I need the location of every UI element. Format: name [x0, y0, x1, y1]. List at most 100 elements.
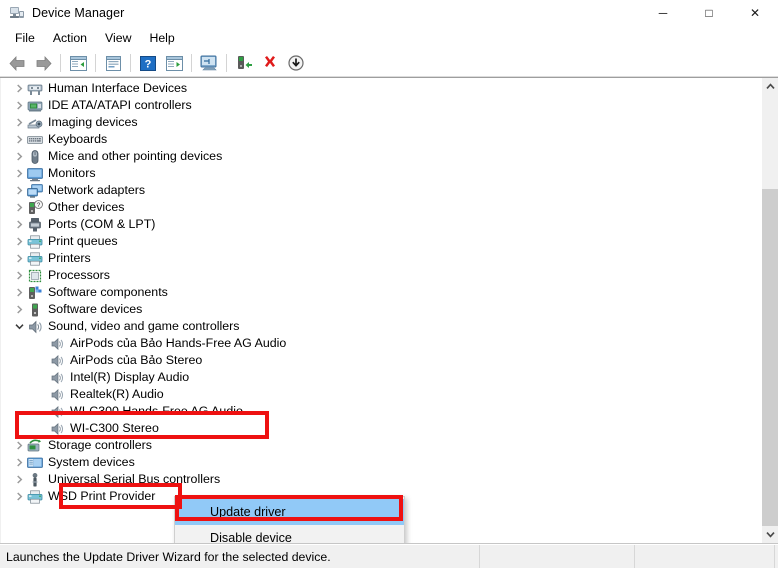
- menu-action[interactable]: Action: [44, 29, 96, 47]
- expander-collapsed[interactable]: [11, 250, 27, 267]
- tree-item[interactable]: WI-C300 Hands-Free AG Audio: [1, 403, 761, 420]
- scroll-thumb[interactable]: [762, 189, 778, 526]
- tree-item[interactable]: WI-C300 Stereo: [1, 420, 761, 437]
- tree-item[interactable]: Storage controllers: [1, 437, 761, 454]
- hid-icon: [27, 81, 43, 97]
- speaker-icon: [49, 421, 65, 437]
- expander-collapsed[interactable]: [11, 165, 27, 182]
- chevron-right-icon: [16, 458, 22, 467]
- expander-collapsed[interactable]: [11, 199, 27, 216]
- tree-item[interactable]: Software devices: [1, 301, 761, 318]
- properties-button[interactable]: [101, 52, 125, 75]
- tree-item-label: Ports (COM & LPT): [48, 217, 156, 231]
- tree-item[interactable]: Universal Serial Bus controllers: [1, 471, 761, 488]
- tree-item[interactable]: Printers: [1, 250, 761, 267]
- tree-item[interactable]: Keyboards: [1, 131, 761, 148]
- separator-5: [226, 54, 227, 72]
- tree-item[interactable]: Mice and other pointing devices: [1, 148, 761, 165]
- expander-collapsed[interactable]: [11, 114, 27, 131]
- expander-collapsed[interactable]: [11, 488, 27, 505]
- tree-item[interactable]: Imaging devices: [1, 114, 761, 131]
- expander-collapsed[interactable]: [11, 454, 27, 471]
- expander-none: [33, 386, 49, 403]
- update-driver-button[interactable]: [232, 52, 256, 75]
- tree-item[interactable]: Software components: [1, 284, 761, 301]
- help-button[interactable]: ?: [136, 52, 160, 75]
- maximize-button[interactable]: □: [686, 0, 732, 26]
- expander-collapsed[interactable]: [11, 301, 27, 318]
- status-bar: Launches the Update Driver Wizard for th…: [0, 544, 778, 568]
- maximize-icon: □: [705, 6, 713, 20]
- tree-item[interactable]: System devices: [1, 454, 761, 471]
- device-tree[interactable]: Human Interface Devices IDE ATA/ATAPI con…: [0, 78, 761, 543]
- tree-item-label: Processors: [48, 268, 110, 282]
- tree-item[interactable]: Realtek(R) Audio: [1, 386, 761, 403]
- scroll-track[interactable]: [762, 95, 778, 526]
- menu-view[interactable]: View: [96, 29, 140, 47]
- scan-for-hardware-changes-icon: [200, 55, 217, 71]
- tree-item-label: WI-C300 Hands-Free AG Audio: [70, 404, 243, 418]
- tree-item[interactable]: Processors: [1, 267, 761, 284]
- tree-item[interactable]: Intel(R) Display Audio: [1, 369, 761, 386]
- expander-collapsed[interactable]: [11, 148, 27, 165]
- tree-item[interactable]: AirPods của Bảo Stereo: [1, 352, 761, 369]
- ctx-update-driver[interactable]: Update driver: [175, 499, 404, 525]
- separator-1: [60, 54, 61, 72]
- tree-item-label: System devices: [48, 455, 135, 469]
- chevron-up-icon: [765, 83, 775, 89]
- tree-item[interactable]: IDE ATA/ATAPI controllers: [1, 97, 761, 114]
- minimize-button[interactable]: ─: [640, 0, 686, 26]
- expander-collapsed[interactable]: [11, 182, 27, 199]
- expander-collapsed[interactable]: [11, 131, 27, 148]
- back-button[interactable]: [5, 52, 29, 75]
- tree-item-label: Keyboards: [48, 132, 108, 146]
- help-icon: ?: [140, 55, 156, 71]
- expander-collapsed[interactable]: [11, 216, 27, 233]
- expander-expanded[interactable]: [11, 318, 27, 335]
- expander-collapsed[interactable]: [11, 284, 27, 301]
- scan-for-hardware-changes-button[interactable]: [197, 52, 221, 75]
- disable-device-button[interactable]: [284, 52, 308, 75]
- tree-item-label: AirPods của Bảo Hands-Free AG Audio: [70, 336, 287, 350]
- forward-button[interactable]: [31, 52, 55, 75]
- uninstall-device-icon: [265, 56, 275, 67]
- tree-item[interactable]: AirPods của Bảo Hands-Free AG Audio: [1, 335, 761, 352]
- expander-none: [33, 335, 49, 352]
- tree-item[interactable]: Human Interface Devices: [1, 80, 761, 97]
- context-menu[interactable]: Update driverDisable deviceUninstall dev…: [174, 496, 405, 543]
- mouse-icon: [27, 149, 43, 165]
- show-hide-console-tree-button[interactable]: [66, 52, 90, 75]
- expander-collapsed[interactable]: [11, 267, 27, 284]
- tree-item-label: WSD Print Provider: [48, 489, 156, 503]
- chevron-right-icon: [16, 203, 22, 212]
- tree-item-label: Intel(R) Display Audio: [70, 370, 190, 384]
- tree-item[interactable]: Network adapters: [1, 182, 761, 199]
- forward-icon: [36, 55, 52, 71]
- status-pane-2: [480, 544, 635, 568]
- vertical-scrollbar[interactable]: [761, 78, 778, 543]
- menu-file[interactable]: File: [6, 29, 44, 47]
- scroll-down-button[interactable]: [762, 526, 778, 543]
- expander-collapsed[interactable]: [11, 471, 27, 488]
- ctx-disable-device[interactable]: Disable device: [175, 525, 404, 543]
- uninstall-device-button[interactable]: [258, 52, 282, 75]
- tree-item[interactable]: Print queues: [1, 233, 761, 250]
- tree-item-label: Universal Serial Bus controllers: [48, 472, 221, 486]
- speaker-icon: [49, 336, 65, 352]
- expander-collapsed[interactable]: [11, 233, 27, 250]
- tree-item[interactable]: Monitors: [1, 165, 761, 182]
- tree-item[interactable]: Ports (COM & LPT): [1, 216, 761, 233]
- expander-collapsed[interactable]: [11, 80, 27, 97]
- tree-item[interactable]: Sound, video and game controllers: [1, 318, 761, 335]
- close-button[interactable]: ✕: [732, 0, 778, 26]
- tree-item-label: Printers: [48, 251, 91, 265]
- view-button[interactable]: [162, 52, 186, 75]
- expander-collapsed[interactable]: [11, 437, 27, 454]
- menu-help[interactable]: Help: [140, 29, 183, 47]
- printer-icon: [27, 251, 43, 267]
- tree-item[interactable]: ? Other devices: [1, 199, 761, 216]
- scroll-up-button[interactable]: [762, 78, 778, 95]
- expander-collapsed[interactable]: [11, 97, 27, 114]
- chevron-right-icon: [16, 288, 22, 297]
- device-manager-icon: [9, 5, 25, 21]
